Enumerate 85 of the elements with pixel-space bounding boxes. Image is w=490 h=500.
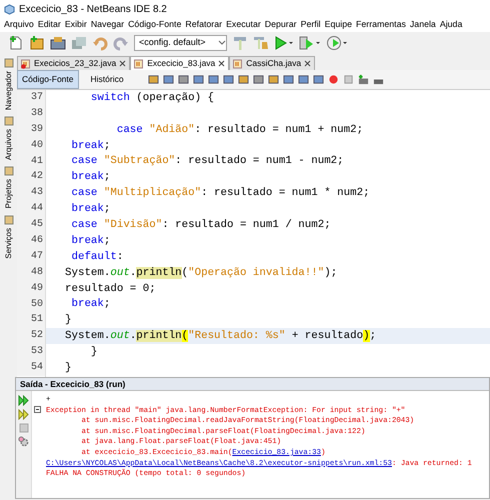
panel-icon [4,166,14,176]
code-line: break; [70,140,110,152]
line-number: 47 [30,250,43,262]
menu-item[interactable]: Perfil [300,18,321,32]
java-file-icon [134,58,144,68]
menu-item[interactable]: Código-Fonte [128,18,182,32]
profile-icon[interactable] [326,35,348,51]
code-line: } [65,362,72,374]
window-title: Excecicio_83 - NetBeans IDE 8.2 [19,2,167,16]
close-icon[interactable] [119,60,126,67]
menu-item[interactable]: Executar [226,18,261,32]
menu-item[interactable]: Navegar [90,18,124,32]
line-number: 54 [30,362,43,374]
code-line: case "Divisão": resultado = num1 / num2; [70,218,331,231]
line-number: 49 [30,282,43,294]
line-number: 48 [30,266,43,278]
view-tab[interactable]: Código-Fonte [17,70,79,89]
view-tab[interactable]: Histórico [86,70,128,89]
line-number: 41 [30,156,43,167]
line-number: 38 [30,108,43,119]
line-number: 42 [30,171,43,182]
code-line: break; [70,171,110,184]
code-line: switch (operação) { [90,92,214,104]
side-panel-tab[interactable]: Navegador [4,71,14,110]
code-line: } [65,314,72,326]
stop-macro-icon[interactable] [342,74,354,85]
line-number: 39 [30,124,43,135]
line-number: 51 [30,314,43,326]
panel-icon [4,116,14,126]
java-file-icon [21,58,31,68]
menu-item[interactable]: Equipe [324,18,352,32]
config-dropdown[interactable]: <config. default> [134,35,227,51]
new-file-icon[interactable] [8,35,24,51]
side-panel-tab[interactable]: Serviços [4,228,14,258]
panel-icon [4,58,14,68]
record-macro-icon[interactable] [328,74,339,85]
code-line: break; [70,203,110,216]
line-number: 46 [30,235,43,246]
file-tab[interactable]: Execicios_23_32.java [17,56,130,70]
line-number: 40 [30,140,43,151]
side-panel-tab[interactable]: Projetos [4,179,14,209]
line-number: 45 [30,219,43,230]
code-line: default: [70,250,124,263]
line-number: 43 [30,187,43,198]
menu-item[interactable]: Depurar [264,18,297,32]
code-line: case "Subtração": resultado = num1 - num2; [70,155,344,168]
settings-icon[interactable] [18,436,29,447]
code-line: break; [70,234,110,247]
menu-item[interactable]: Ajuda [440,18,462,32]
menu-item[interactable]: Exibir [64,18,87,32]
code-line: resultado = 0; [65,282,156,295]
line-number: 37 [30,92,43,103]
line-number: 53 [30,346,43,358]
java-file-icon [233,58,244,68]
caret-icon [218,40,226,46]
comment-icon[interactable] [358,74,369,85]
side-panel-tab[interactable]: Arquivos [4,129,14,160]
new-project-icon[interactable] [29,35,45,51]
line-number: 52 [30,330,43,342]
code-line: case "Adião": resultado = num1 + num2; [116,124,364,136]
line-number: 44 [30,203,43,214]
panel-icon [4,214,14,225]
debug-icon[interactable] [299,35,321,51]
line-number: 50 [30,298,43,310]
open-project-icon[interactable] [50,35,66,51]
app-icon [4,4,15,14]
menu-item[interactable]: Janela [410,18,436,32]
menu-item[interactable]: Arquivo [4,18,34,32]
file-tab[interactable]: Excecicio_83.java [130,56,230,70]
close-icon[interactable] [218,60,226,67]
rerun-icon[interactable] [18,395,29,406]
file-tab[interactable]: CassiCha.java [229,56,316,70]
code-line: break; [70,298,110,310]
rerun-with-options-icon[interactable] [18,409,29,420]
panel-title: Saída - Excecicio_83 (run) [16,378,489,391]
run-icon[interactable] [274,35,294,51]
collapse-icon[interactable] [34,406,41,413]
menu-item[interactable]: Ferramentas [356,18,406,32]
code-line: System.out.println("Operação invalida!!"); [65,266,338,279]
menu-item[interactable]: Editar [38,18,61,32]
code-line: System.out.println("Resultado: %s" + resultado); [65,330,376,342]
close-icon[interactable] [304,60,312,67]
code-line: case "Multiplicação": resultado = num1 * num2; [70,187,370,200]
code-line: } [90,346,98,358]
menu-item[interactable]: Refatorar [185,18,222,32]
